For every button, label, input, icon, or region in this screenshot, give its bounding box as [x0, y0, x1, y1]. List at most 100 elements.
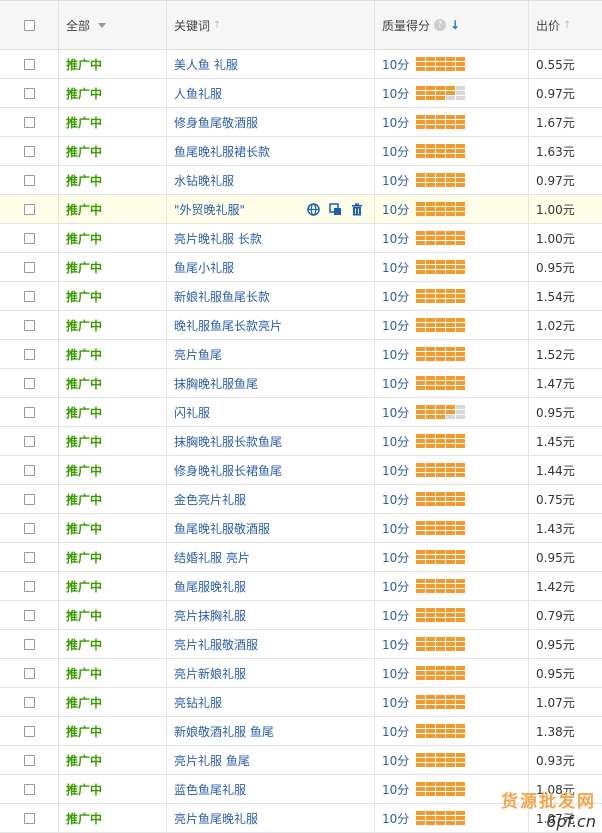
keyword-link[interactable]: 结婚礼服 亮片 [174, 549, 250, 566]
quality-score[interactable]: 10分 [382, 491, 409, 508]
bid-price[interactable]: 0.95元 [536, 636, 575, 653]
quality-score[interactable]: 10分 [382, 375, 409, 392]
quality-score[interactable]: 10分 [382, 433, 409, 450]
quality-score[interactable]: 10分 [382, 578, 409, 595]
bid-price[interactable]: 1.07元 [536, 810, 575, 827]
bid-price[interactable]: 1.43元 [536, 520, 575, 537]
row-checkbox[interactable] [23, 319, 35, 331]
keyword-column-header[interactable]: 关键词 ↑ [167, 1, 375, 49]
keyword-link[interactable]: 美人鱼 礼服 [174, 56, 238, 73]
row-checkbox[interactable] [23, 435, 35, 447]
keyword-link[interactable]: 水钻晚礼服 [174, 172, 234, 189]
bid-price[interactable]: 0.95元 [536, 259, 575, 276]
bid-price[interactable]: 1.00元 [536, 230, 575, 247]
row-checkbox[interactable] [23, 725, 35, 737]
quality-score[interactable]: 10分 [382, 56, 409, 73]
row-checkbox[interactable] [23, 493, 35, 505]
row-checkbox[interactable] [23, 522, 35, 534]
bid-price[interactable]: 0.95元 [536, 665, 575, 682]
trash-icon[interactable] [350, 202, 364, 216]
status-filter-dropdown[interactable]: 全部 [59, 1, 167, 49]
row-checkbox[interactable] [23, 174, 35, 186]
row-checkbox[interactable] [23, 348, 35, 360]
quality-score[interactable]: 10分 [382, 665, 409, 682]
row-checkbox[interactable] [23, 783, 35, 795]
price-column-header[interactable]: 出价 ↑ [529, 1, 602, 49]
keyword-link[interactable]: 闪礼服 [174, 404, 210, 421]
keyword-link[interactable]: 亮片抹胸礼服 [174, 607, 246, 624]
bid-price[interactable]: 0.93元 [536, 752, 575, 769]
keyword-link[interactable]: 亮片礼服 鱼尾 [174, 752, 250, 769]
quality-score[interactable]: 10分 [382, 259, 409, 276]
quality-score[interactable]: 10分 [382, 346, 409, 363]
quality-score[interactable]: 10分 [382, 520, 409, 537]
bid-price[interactable]: 0.75元 [536, 491, 575, 508]
keyword-link[interactable]: 亮片鱼尾 [174, 346, 222, 363]
row-checkbox[interactable] [23, 87, 35, 99]
keyword-link[interactable]: 修身鱼尾敬酒服 [174, 114, 258, 131]
quality-score[interactable]: 10分 [382, 404, 409, 421]
row-checkbox[interactable] [23, 580, 35, 592]
row-checkbox[interactable] [23, 261, 35, 273]
keyword-link[interactable]: 亮钻礼服 [174, 694, 222, 711]
copy-icon[interactable] [328, 202, 342, 216]
bid-price[interactable]: 1.67元 [536, 114, 575, 131]
row-checkbox[interactable] [23, 116, 35, 128]
keyword-link[interactable]: 晚礼服鱼尾长款亮片 [174, 317, 282, 334]
bid-price[interactable]: 1.07元 [536, 694, 575, 711]
quality-score[interactable]: 10分 [382, 549, 409, 566]
quality-score[interactable]: 10分 [382, 723, 409, 740]
bid-price[interactable]: 0.97元 [536, 172, 575, 189]
quality-score[interactable]: 10分 [382, 288, 409, 305]
keyword-link[interactable]: 抹胸晚礼服鱼尾 [174, 375, 258, 392]
bid-price[interactable]: 1.52元 [536, 346, 575, 363]
keyword-link[interactable]: 金色亮片礼服 [174, 491, 246, 508]
bid-price[interactable]: 1.02元 [536, 317, 575, 334]
quality-score[interactable]: 10分 [382, 607, 409, 624]
bid-price[interactable]: 0.55元 [536, 56, 575, 73]
row-checkbox[interactable] [23, 696, 35, 708]
quality-score[interactable]: 10分 [382, 317, 409, 334]
row-checkbox[interactable] [23, 232, 35, 244]
quality-score[interactable]: 10分 [382, 172, 409, 189]
bid-price[interactable]: 0.95元 [536, 404, 575, 421]
quality-score[interactable]: 10分 [382, 810, 409, 827]
row-checkbox[interactable] [23, 464, 35, 476]
keyword-link[interactable]: 修身晚礼服长裙鱼尾 [174, 462, 282, 479]
quality-score[interactable]: 10分 [382, 462, 409, 479]
bid-price[interactable]: 1.08元 [536, 781, 575, 798]
row-checkbox[interactable] [23, 377, 35, 389]
row-checkbox[interactable] [23, 812, 35, 824]
keyword-link[interactable]: 新娘礼服鱼尾长款 [174, 288, 270, 305]
bid-price[interactable]: 1.42元 [536, 578, 575, 595]
quality-score[interactable]: 10分 [382, 694, 409, 711]
bid-price[interactable]: 0.97元 [536, 85, 575, 102]
row-checkbox[interactable] [23, 638, 35, 650]
keyword-link[interactable]: 蓝色鱼尾礼服 [174, 781, 246, 798]
keyword-link[interactable]: "外贸晚礼服" [174, 201, 245, 218]
keyword-link[interactable]: 亮片新娘礼服 [174, 665, 246, 682]
row-checkbox[interactable] [23, 290, 35, 302]
bid-price[interactable]: 0.95元 [536, 549, 575, 566]
keyword-link[interactable]: 亮片晚礼服 长款 [174, 230, 262, 247]
quality-score[interactable]: 10分 [382, 143, 409, 160]
keyword-link[interactable]: 人鱼礼服 [174, 85, 222, 102]
globe-icon[interactable] [306, 202, 320, 216]
bid-price[interactable]: 1.38元 [536, 723, 575, 740]
bid-price[interactable]: 1.00元 [536, 201, 575, 218]
quality-column-header[interactable]: 质量得分 ? ↓ [375, 1, 529, 49]
bid-price[interactable]: 0.79元 [536, 607, 575, 624]
keyword-link[interactable]: 鱼尾服晚礼服 [174, 578, 246, 595]
quality-score[interactable]: 10分 [382, 85, 409, 102]
quality-score[interactable]: 10分 [382, 781, 409, 798]
quality-score[interactable]: 10分 [382, 752, 409, 769]
keyword-link[interactable]: 鱼尾晚礼服敬酒服 [174, 520, 270, 537]
bid-price[interactable]: 1.54元 [536, 288, 575, 305]
quality-score[interactable]: 10分 [382, 201, 409, 218]
row-checkbox[interactable] [23, 406, 35, 418]
keyword-link[interactable]: 亮片鱼尾晚礼服 [174, 810, 258, 827]
row-checkbox[interactable] [23, 551, 35, 563]
help-icon[interactable]: ? [434, 19, 447, 31]
keyword-link[interactable]: 鱼尾晚礼服裙长款 [174, 143, 270, 160]
quality-score[interactable]: 10分 [382, 114, 409, 131]
